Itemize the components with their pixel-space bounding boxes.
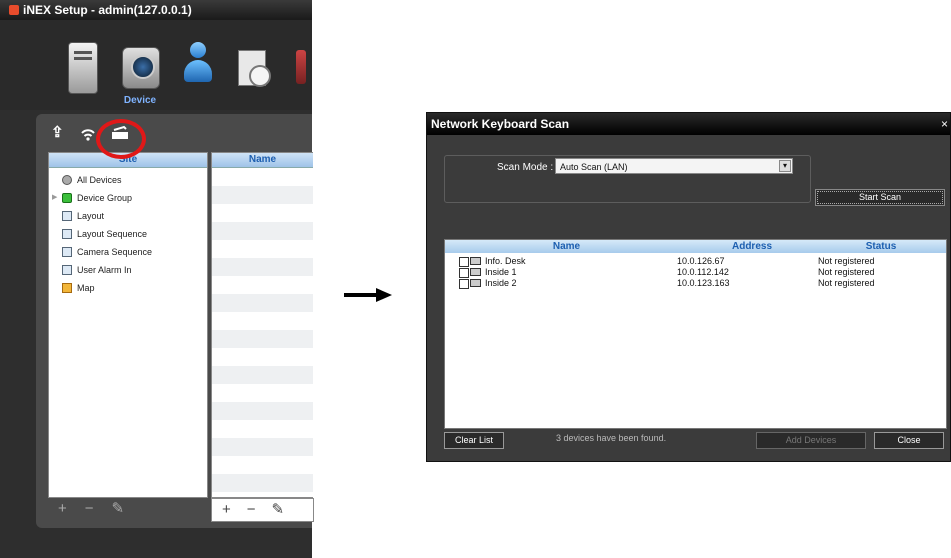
keyboard-icon [470,257,481,265]
tree-item-label: Layout [77,211,105,221]
row-status: Not registered [818,267,875,277]
table-row[interactable]: Info. Desk 10.0.126.67 Not registered [445,256,946,267]
address-column-header[interactable]: Address [688,240,817,253]
row-checkbox[interactable] [459,279,469,289]
user-alarm-in-icon [62,265,72,275]
device-list: Name Address Status Info. Desk 10.0.126.… [444,239,947,429]
name-edit-button[interactable]: ✎ [272,499,285,521]
tree-item-map[interactable]: Map [49,279,207,297]
name-add-button[interactable]: + [222,499,231,521]
window-title: iNEX Setup - admin(127.0.0.1) [23,3,192,17]
site-add-button[interactable]: + [58,498,67,520]
upload-icon[interactable]: ⇪ [51,124,64,142]
row-checkbox[interactable] [459,268,469,278]
keyboard-icon [470,268,481,276]
tree-item-label: Map [77,283,95,293]
toolbar-device-label: Device [123,95,157,106]
camera-icon [122,47,160,89]
dialog-title-bar: Network Keyboard Scan [427,113,950,135]
table-row[interactable]: Inside 2 10.0.123.163 Not registered [445,278,946,289]
site-edit-button[interactable]: ✎ [112,498,125,520]
app-logo-icon [9,5,19,15]
scan-mode-value: Auto Scan (LAN) [560,162,628,172]
add-devices-button[interactable]: Add Devices [756,432,866,449]
server-icon [68,42,98,94]
name-list-column: Name [211,152,313,498]
toolbar-device[interactable]: Device [118,42,162,106]
layout-icon [62,211,72,221]
user-icon [180,42,216,92]
scan-result-text: 3 devices have been found. [556,433,667,443]
name-column-header[interactable]: Name [445,240,689,253]
row-name: Inside 1 [485,267,517,277]
site-panel: ⇪ Site All Devices ▶ Device Group Layout … [36,114,314,528]
toolbar-next[interactable] [292,42,312,102]
row-status: Not registered [818,256,875,266]
map-icon [62,283,72,293]
chevron-down-icon[interactable]: ▾ [779,160,791,172]
row-address: 10.0.112.142 [677,267,729,277]
start-scan-button[interactable]: Start Scan [815,189,945,206]
camera-sequence-icon [62,247,72,257]
name-remove-button[interactable]: − [247,499,256,521]
app-window: iNEX Setup - admin(127.0.0.1) Device ⇪ S… [0,0,314,558]
table-row[interactable]: Inside 1 10.0.112.142 Not registered [445,267,946,278]
dialog-title: Network Keyboard Scan [431,117,570,131]
tree-item-label: Layout Sequence [77,229,148,239]
scan-mode-select[interactable]: Auto Scan (LAN) ▾ [555,158,793,174]
row-name: Inside 2 [485,278,517,288]
name-column-header[interactable]: Name [212,153,313,168]
tree-item-label: Camera Sequence [77,247,153,257]
site-footer: + − ✎ [58,498,142,520]
right-arrow-icon [344,288,392,302]
tree-item-user-alarm-in[interactable]: User Alarm In [49,261,207,279]
wifi-icon[interactable] [80,124,96,147]
close-button[interactable]: Close [874,432,944,449]
tree-item-device-group[interactable]: ▶ Device Group [49,189,207,207]
site-remove-button[interactable]: − [85,498,94,520]
toolbar-system[interactable] [60,42,104,102]
site-tree: All Devices ▶ Device Group Layout Layout … [49,168,207,297]
tree-item-camera-sequence[interactable]: Camera Sequence [49,243,207,261]
device-group-icon [62,193,72,203]
tree-item-all-devices[interactable]: All Devices [49,171,207,189]
all-devices-icon [62,175,72,185]
dialog-close-icon[interactable]: × [941,113,948,135]
clear-list-button[interactable]: Clear List [444,432,504,449]
network-keyboard-scan-dialog: Network Keyboard Scan × Scan Mode : Auto… [426,112,951,462]
tree-item-layout[interactable]: Layout [49,207,207,225]
title-bar: iNEX Setup - admin(127.0.0.1) [0,0,312,20]
row-address: 10.0.123.163 [677,278,730,288]
name-footer: + − ✎ [211,498,314,522]
row-checkbox[interactable] [459,257,469,267]
tree-item-layout-sequence[interactable]: Layout Sequence [49,225,207,243]
layout-sequence-icon [62,229,72,239]
panel-toolbar: ⇪ [36,114,312,150]
toolbar-schedule[interactable] [230,42,274,102]
name-header-label: Name [552,241,581,252]
main-toolbar: Device [0,20,312,110]
row-status: Not registered [818,278,875,288]
schedule-icon [238,50,271,87]
keyboard-icon [470,279,481,287]
tree-item-label: All Devices [77,175,122,185]
site-tree-column: Site All Devices ▶ Device Group Layout La… [48,152,208,498]
status-column-header[interactable]: Status [816,240,946,253]
tree-item-label: Device Group [77,193,133,203]
row-name: Info. Desk [485,256,526,266]
highlight-circle [96,119,146,159]
tree-item-label: User Alarm In [77,265,132,275]
name-list-rows [212,168,313,497]
toolbar-user[interactable] [176,42,220,102]
scan-mode-label: Scan Mode : [497,162,554,173]
row-address: 10.0.126.67 [677,256,725,266]
alarm-icon [296,50,306,84]
expand-arrow-icon[interactable]: ▶ [52,189,57,207]
